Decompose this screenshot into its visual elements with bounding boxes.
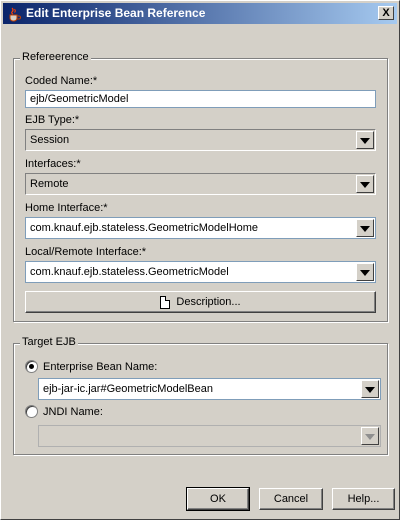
jndi-name-combo[interactable] [38,425,381,447]
coded-name-field[interactable]: ejb/GeometricModel [25,90,376,108]
reference-group-legend: Refereerence [20,51,91,63]
description-button[interactable]: Description... [25,291,376,313]
home-interface-value[interactable]: com.knauf.ejb.stateless.GeometricModelHo… [30,222,258,234]
chevron-down-icon[interactable] [356,131,374,149]
jndi-name-label[interactable]: JNDI Name: [43,406,103,418]
close-button[interactable]: X [378,6,394,20]
description-button-label: Description... [176,296,241,308]
chevron-down-icon[interactable] [361,380,379,398]
title-bar[interactable]: Edit Enterprise Bean Reference X [3,3,397,24]
local-remote-interface-combo[interactable]: com.knauf.ejb.stateless.GeometricModel [25,261,376,283]
interfaces-select[interactable]: Remote [25,173,376,195]
ejb-type-select[interactable]: Session [25,129,376,151]
dialog-window: Edit Enterprise Bean Reference X Referee… [0,0,400,520]
help-button[interactable]: Help... [332,488,395,510]
jndi-name-radio[interactable] [25,405,38,418]
ejb-type-value: Session [30,134,70,146]
chevron-down-icon[interactable] [356,219,374,237]
chevron-down-icon[interactable] [356,263,374,281]
enterprise-bean-name-value[interactable]: ejb-jar-ic.jar#GeometricModelBean [43,383,213,395]
enterprise-bean-name-radio[interactable] [25,360,38,373]
local-remote-interface-label: Local/Remote Interface:* [25,246,147,258]
coded-name-label: Coded Name:* [25,75,98,87]
java-cup-icon [9,7,21,22]
chevron-down-icon[interactable] [356,175,374,193]
home-interface-combo[interactable]: com.knauf.ejb.stateless.GeometricModelHo… [25,217,376,239]
chevron-down-icon[interactable] [361,427,379,445]
interfaces-label: Interfaces:* [25,158,81,170]
window-title: Edit Enterprise Bean Reference [26,6,206,20]
interfaces-value: Remote [30,178,69,190]
ok-button[interactable]: OK [186,487,250,511]
home-interface-label: Home Interface:* [25,202,108,214]
target-ejb-group-legend: Target EJB [20,336,78,348]
enterprise-bean-name-combo[interactable]: ejb-jar-ic.jar#GeometricModelBean [38,378,381,400]
enterprise-bean-name-label[interactable]: Enterprise Bean Name: [43,361,157,373]
local-remote-interface-value[interactable]: com.knauf.ejb.stateless.GeometricModel [30,266,229,278]
cancel-button[interactable]: Cancel [259,488,323,510]
ejb-type-label: EJB Type:* [25,114,80,126]
document-icon [160,295,171,309]
